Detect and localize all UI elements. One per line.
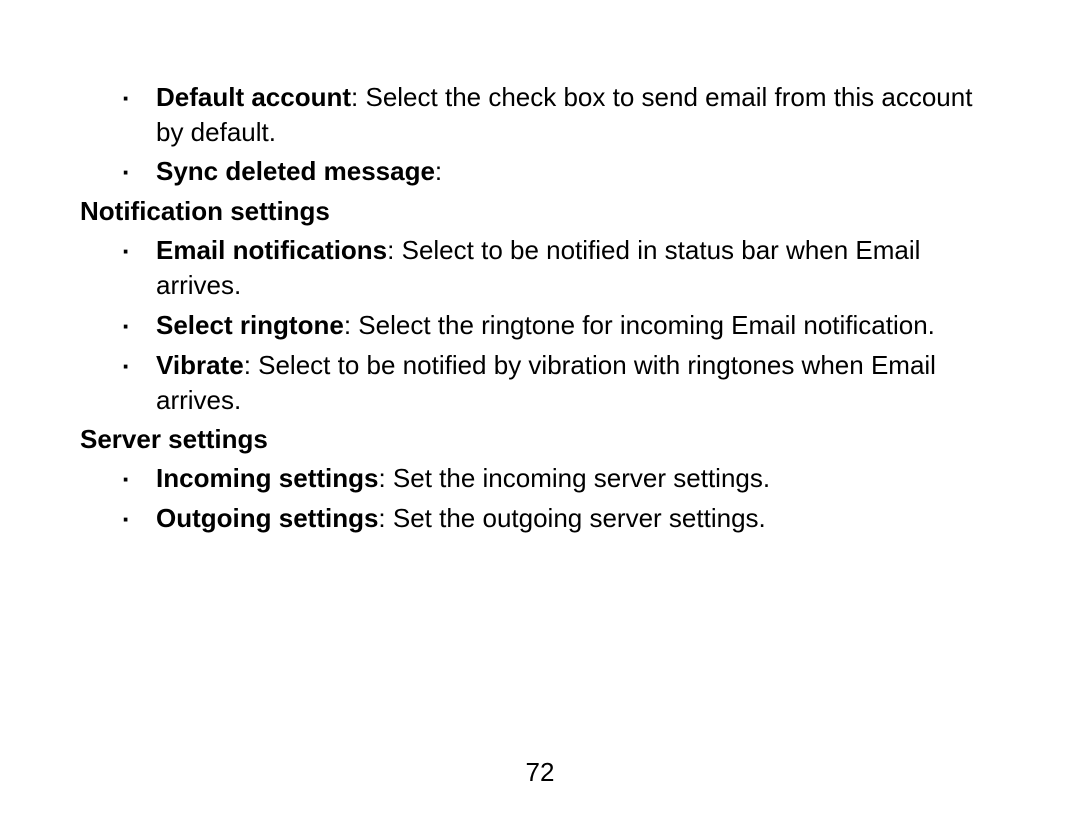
page-number: 72 [0, 755, 1080, 790]
desc: : Set the incoming server settings. [378, 463, 770, 493]
list-item: · Vibrate: Select to be notified by vibr… [80, 348, 1000, 418]
page-content: · Default account: Select the check box … [80, 80, 1000, 537]
list-item-text: Email notifications: Select to be notifi… [156, 233, 1000, 303]
bullet-icon: · [122, 461, 156, 497]
desc: : Select the ringtone for incoming Email… [344, 310, 935, 340]
desc: : [435, 156, 442, 186]
list-item: · Outgoing settings: Set the outgoing se… [80, 501, 1000, 537]
list-item: · Select ringtone: Select the ringtone f… [80, 308, 1000, 344]
list-item: · Incoming settings: Set the incoming se… [80, 461, 1000, 497]
list-item: · Sync deleted message: [80, 154, 1000, 190]
list-item-text: Default account: Select the check box to… [156, 80, 1000, 150]
term: Incoming settings [156, 463, 378, 493]
term: Default account [156, 82, 351, 112]
desc: : Select to be notified by vibration wit… [156, 350, 936, 415]
term: Vibrate [156, 350, 244, 380]
list-item-text: Sync deleted message: [156, 154, 1000, 190]
list-item-text: Outgoing settings: Set the outgoing serv… [156, 501, 1000, 537]
bullet-icon: · [122, 308, 156, 344]
list-item: · Default account: Select the check box … [80, 80, 1000, 150]
term: Sync deleted message [156, 156, 435, 186]
term: Outgoing settings [156, 503, 378, 533]
section-heading-server: Server settings [80, 422, 1000, 457]
bullet-icon: · [122, 501, 156, 537]
term: Email notifications [156, 235, 387, 265]
bullet-icon: · [122, 154, 156, 190]
term: Select ringtone [156, 310, 344, 340]
bullet-icon: · [122, 348, 156, 418]
desc: : Set the outgoing server settings. [378, 503, 765, 533]
list-item-text: Select ringtone: Select the ringtone for… [156, 308, 1000, 344]
section-heading-notification: Notification settings [80, 194, 1000, 229]
list-item-text: Vibrate: Select to be notified by vibrat… [156, 348, 1000, 418]
list-item: · Email notifications: Select to be noti… [80, 233, 1000, 303]
bullet-icon: · [122, 80, 156, 150]
list-item-text: Incoming settings: Set the incoming serv… [156, 461, 1000, 497]
bullet-icon: · [122, 233, 156, 303]
